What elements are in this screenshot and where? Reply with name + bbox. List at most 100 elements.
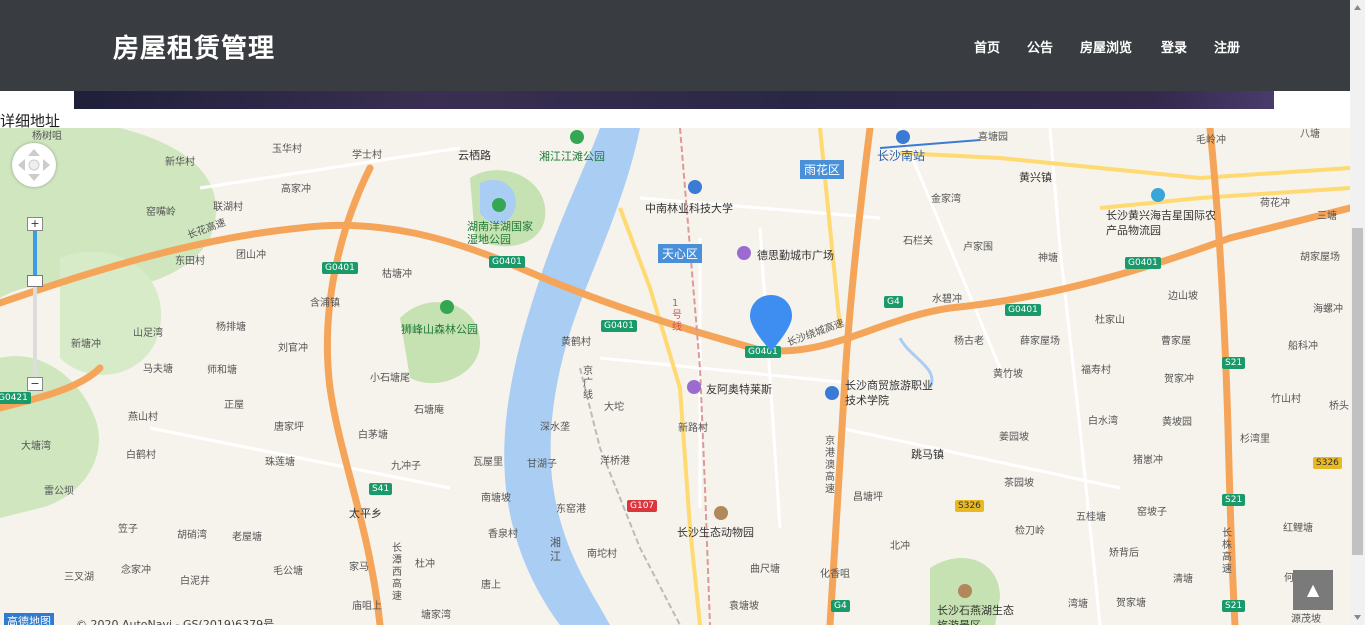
map-label: 正屋 <box>224 400 244 411</box>
map-label: 京广线 <box>583 366 593 401</box>
station-icon <box>896 130 910 144</box>
map-label: 洋桥港 <box>600 456 630 467</box>
shopping-icon <box>687 380 701 394</box>
zoom-out-button[interactable]: − <box>27 377 43 391</box>
map-label: 杜家山 <box>1095 315 1125 326</box>
nav-home[interactable]: 首页 <box>974 37 1000 56</box>
map-label: 珠莲塘 <box>265 457 295 468</box>
map-label: 石塘庵 <box>414 405 444 416</box>
map-label: 长沙黄兴海吉星国际农产品物流园 <box>1106 209 1216 237</box>
zoom-in-button[interactable]: + <box>27 217 43 231</box>
map-label: 南塘坡 <box>481 493 511 504</box>
zoo-icon <box>714 506 728 520</box>
map-view[interactable]: 雨花区 天心区 杨树咀 玉华村 学士村 云栖路 湘江江滩公园 长沙南站 喜塘园 … <box>0 128 1350 625</box>
map-label: 五桂塘 <box>1076 512 1106 523</box>
page-scrollbar[interactable] <box>1350 0 1365 625</box>
road-shield: G4 <box>831 600 850 612</box>
map-label: 京港澳高速 <box>825 436 835 495</box>
scroll-up-arrow-icon[interactable] <box>1350 0 1365 15</box>
map-label: 神塘 <box>1038 253 1058 264</box>
map-label: 黄坡园 <box>1162 417 1192 428</box>
park-icon <box>440 300 454 314</box>
map-label: 德思勤城市广场 <box>757 249 834 262</box>
map-label: 杨古老 <box>954 336 984 347</box>
nav-login[interactable]: 登录 <box>1161 37 1187 56</box>
zoom-handle[interactable] <box>27 275 43 287</box>
map-label: 团山冲 <box>236 250 266 261</box>
map-label: 燕山村 <box>128 412 158 423</box>
map-label: 大坨 <box>604 402 624 413</box>
scenic-icon <box>958 584 972 598</box>
map-label: 白泥井 <box>180 576 210 587</box>
park-icon <box>570 130 584 144</box>
road-shield: G0401 <box>322 262 358 274</box>
map-label: 清塘 <box>1173 574 1193 585</box>
road-shield: G0401 <box>601 320 637 332</box>
map-label: 东窑港 <box>556 504 586 515</box>
map-label: 长沙生态动物园 <box>677 526 754 539</box>
map-label: 黄竹坡 <box>993 369 1023 380</box>
scrollbar-thumb[interactable] <box>1352 228 1363 555</box>
map-label: 白鹤村 <box>126 450 156 461</box>
back-to-top-button[interactable]: ▲ <box>1293 570 1333 610</box>
road-shield: G4 <box>884 296 903 308</box>
map-label: 新路村 <box>678 423 708 434</box>
road-shield: S21 <box>1222 494 1246 506</box>
map-label: 塘家湾 <box>421 610 451 621</box>
road-shield: G0401 <box>489 256 525 268</box>
map-label: 家马 <box>349 562 369 573</box>
location-marker-icon[interactable] <box>748 293 794 353</box>
map-label: 马夫塘 <box>143 364 173 375</box>
nav-notice[interactable]: 公告 <box>1027 37 1053 56</box>
map-label: 杉湾里 <box>1240 434 1270 445</box>
map-label: 贺家塘 <box>1116 598 1146 609</box>
district-tianxin[interactable]: 天心区 <box>658 244 703 263</box>
map-copyright: © 2020 AutoNavi - GS(2019)6379号 <box>76 618 275 625</box>
map-label: 雷公坝 <box>44 486 74 497</box>
map-label: 三塘 <box>1317 211 1337 222</box>
pan-control[interactable] <box>12 143 56 187</box>
map-label: 甘湖子 <box>527 459 557 470</box>
map-label: 唐上 <box>481 580 501 591</box>
map-label: 胡家屋场 <box>1300 252 1340 263</box>
market-icon <box>1151 188 1165 202</box>
map-label: 笠子 <box>118 524 138 535</box>
road-shield: G0421 <box>0 392 31 404</box>
navbar: 房屋租赁管理 首页 公告 房屋浏览 登录 注册 <box>0 0 1350 91</box>
map-label: 海螺冲 <box>1313 304 1343 315</box>
map-label: 湖南洋湖国家湿地公园 <box>467 220 533 246</box>
map-label: 猪崽冲 <box>1133 455 1163 466</box>
scroll-down-arrow-icon[interactable] <box>1350 610 1365 625</box>
site-brand[interactable]: 房屋租赁管理 <box>113 28 275 65</box>
map-label: 湘江江滩公园 <box>539 150 605 163</box>
map-label: 检刀岭 <box>1015 526 1045 537</box>
map-label: 湘江 <box>550 536 561 563</box>
map-label: 友阿奥特莱斯 <box>706 383 772 396</box>
map-label: 窑坡子 <box>1137 507 1167 518</box>
map-label: 水碧冲 <box>932 294 962 305</box>
road-shield: S21 <box>1222 600 1246 612</box>
map-label: 香泉村 <box>488 529 518 540</box>
map-logo[interactable]: 高德地图 <box>4 613 54 625</box>
map-label: 湾塘 <box>1068 599 1088 610</box>
road-shield: G0401 <box>1005 304 1041 316</box>
map-label: 红鲤塘 <box>1283 523 1313 534</box>
map-label: 竹山村 <box>1271 394 1301 405</box>
map-label: 学士村 <box>352 150 382 161</box>
school-icon <box>688 180 702 194</box>
map-label: 袁塘坡 <box>729 601 759 612</box>
map-label: 毛岭冲 <box>1196 135 1226 146</box>
shopping-icon <box>737 246 751 260</box>
district-yuhua[interactable]: 雨花区 <box>800 160 845 179</box>
map-label: 毛公塘 <box>273 566 303 577</box>
map-label: 茶园坡 <box>1004 478 1034 489</box>
minor-roads <box>149 128 1121 625</box>
nav-browse[interactable]: 房屋浏览 <box>1080 37 1132 56</box>
map-label: 杨排塘 <box>216 322 246 333</box>
map-label: 中南林业科技大学 <box>645 202 733 215</box>
nav-register[interactable]: 注册 <box>1214 37 1240 56</box>
map-label: 贺家冲 <box>1164 374 1194 385</box>
map-label: 长沙石燕湖生态旅游景区 <box>937 604 1014 625</box>
map-label: 云栖路 <box>458 149 491 162</box>
map-label: 深水垄 <box>540 422 570 433</box>
